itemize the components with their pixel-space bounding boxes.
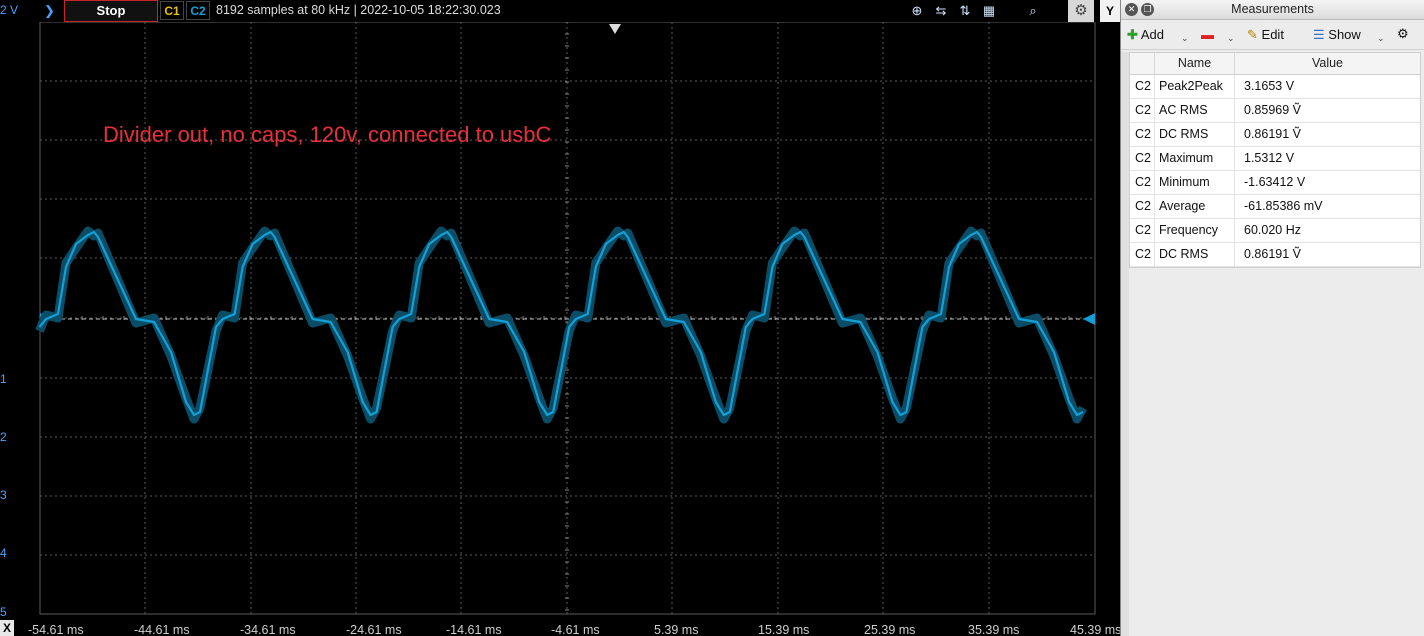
table-row[interactable]: C2 Frequency 60.020 Hz — [1130, 219, 1420, 243]
plus-icon: ✚ — [1127, 27, 1138, 42]
y-tick-4: 4 — [0, 546, 7, 560]
scope-grid — [35, 22, 1096, 615]
measurement-name: Average — [1155, 195, 1235, 218]
header-value[interactable]: Value — [1235, 53, 1420, 74]
table-row[interactable]: C2 AC RMS 0.85969 Ṽ — [1130, 99, 1420, 123]
scope-toolbar: 2 V ❯ Stop C1 C2 8192 samples at 80 kHz … — [0, 0, 1120, 22]
measurement-value: 0.86191 Ṽ — [1244, 127, 1301, 141]
y-tick-1: 1 — [0, 372, 7, 386]
measurement-channel: C2 — [1130, 243, 1155, 266]
add-button[interactable]: ✚ Add — [1127, 27, 1164, 43]
table-body: C2 Peak2Peak 3.1653 V C2 AC RMS 0.85969 Ṽ C2 DC… — [1130, 75, 1420, 267]
plot-annotation: Divider out, no caps, 120v, connected to… — [103, 122, 552, 147]
panel-title-bar: ✕ ❐ Measurements — [1121, 0, 1424, 20]
x-tick-label: -34.61 ms — [240, 623, 296, 636]
volt-scale-label: 2 V — [0, 3, 19, 17]
trigger-position-icon — [609, 24, 621, 34]
scope-app: 2 V ❯ Stop C1 C2 8192 samples at 80 kHz … — [0, 0, 1424, 636]
gear-icon[interactable]: ⚙ — [1397, 26, 1409, 42]
measurement-name: DC RMS — [1155, 243, 1235, 266]
y-zoom-icon[interactable]: ⇅ — [956, 2, 974, 20]
stop-button[interactable]: Stop — [64, 0, 158, 22]
table-row[interactable]: C2 Peak2Peak 3.1653 V — [1130, 75, 1420, 99]
x-tick-label: -4.61 ms — [551, 623, 600, 636]
y-tick-2: 2 — [0, 430, 7, 444]
measurement-name: DC RMS — [1155, 123, 1235, 146]
x-tick-label: 25.39 ms — [864, 623, 916, 636]
table-header: Name Value — [1130, 53, 1420, 75]
measurement-channel: C2 — [1130, 147, 1155, 170]
x-tick-label: -54.61 ms — [28, 623, 84, 636]
edit-button[interactable]: ✎ Edit — [1247, 27, 1284, 43]
y-tick-5: 5 — [0, 605, 7, 619]
x-tick-label: 45.39 ms — [1070, 623, 1122, 636]
show-label: Show — [1328, 27, 1361, 42]
table-row[interactable]: C2 Average -61.85386 mV — [1130, 195, 1420, 219]
waveform-persistence — [35, 226, 1087, 424]
channel-2-button[interactable]: C2 — [186, 1, 210, 20]
measurement-channel: C2 — [1130, 219, 1155, 242]
measurement-name: AC RMS — [1155, 99, 1235, 122]
measurement-value: 60.020 Hz — [1244, 223, 1301, 237]
pencil-icon: ✎ — [1247, 27, 1258, 42]
measurement-channel: C2 — [1130, 75, 1155, 98]
run-arrow-icon[interactable]: ❯ — [44, 3, 55, 19]
measurement-name: Minimum — [1155, 171, 1235, 194]
measurement-name: Maximum — [1155, 147, 1235, 170]
measurement-channel: C2 — [1130, 195, 1155, 218]
zoom-in-icon[interactable]: ⊕ — [908, 2, 926, 20]
table-row[interactable]: C2 Maximum 1.5312 V — [1130, 147, 1420, 171]
x-tick-label: -44.61 ms — [134, 623, 190, 636]
y-axis-button[interactable]: Y — [1100, 0, 1120, 22]
measurement-channel: C2 — [1130, 99, 1155, 122]
panel-title: Measurements — [1231, 2, 1314, 16]
list-icon: ☰ — [1313, 27, 1325, 42]
scope-plot[interactable]: Divider out, no caps, 120v, connected to… — [0, 22, 1120, 636]
measurement-value: -1.63412 V — [1244, 175, 1306, 189]
add-label: Add — [1140, 27, 1164, 42]
measurement-value: 3.1653 V — [1244, 79, 1295, 93]
header-channel — [1130, 53, 1155, 74]
show-button[interactable]: ☰ Show — [1313, 27, 1361, 43]
magnify-icon[interactable]: ⌕ — [1024, 2, 1042, 20]
y-tick-3: 3 — [0, 488, 7, 502]
header-name[interactable]: Name — [1155, 53, 1235, 74]
measurement-value: -61.85386 mV — [1244, 199, 1323, 213]
measurements-table: Name Value C2 Peak2Peak 3.1653 V C2 AC RMS 0.… — [1129, 52, 1421, 268]
measurements-panel: ✕ ❐ Measurements ✚ Add ⌄ ▬ ⌄ ✎ Edit ☰ Sh… — [1120, 0, 1424, 636]
panel-scrollbar[interactable] — [1121, 52, 1129, 636]
measurement-channel: C2 — [1130, 171, 1155, 194]
measurement-value: 1.5312 V — [1244, 151, 1295, 165]
float-icon[interactable]: ❐ — [1141, 3, 1154, 16]
fit-icon[interactable]: ▦ — [980, 2, 998, 20]
panel-toolbar: ✚ Add ⌄ ▬ ⌄ ✎ Edit ☰ Show ⌄ ⚙ — [1121, 20, 1424, 50]
acquisition-info: 8192 samples at 80 kHz | 2022-10-05 18:2… — [216, 3, 501, 17]
remove-button[interactable]: ▬ — [1201, 27, 1214, 42]
close-icon[interactable]: ✕ — [1125, 3, 1138, 16]
x-tick-label: -14.61 ms — [446, 623, 502, 636]
measurement-value: 0.86191 Ṽ — [1244, 247, 1301, 261]
table-row[interactable]: C2 DC RMS 0.86191 Ṽ — [1130, 123, 1420, 147]
measurement-name: Peak2Peak — [1155, 75, 1235, 98]
measurement-value: 0.85969 Ṽ — [1244, 103, 1301, 117]
chevron-down-icon[interactable]: ⌄ — [1181, 33, 1189, 44]
measurement-name: Frequency — [1155, 219, 1235, 242]
x-axis-button[interactable]: X — [0, 620, 14, 636]
table-row[interactable]: C2 DC RMS 0.86191 Ṽ — [1130, 243, 1420, 267]
gear-icon[interactable]: ⚙ — [1068, 0, 1094, 22]
x-tick-label: 35.39 ms — [968, 623, 1020, 636]
x-tick-label: 15.39 ms — [758, 623, 810, 636]
chevron-down-icon[interactable]: ⌄ — [1377, 33, 1385, 44]
x-zoom-icon[interactable]: ⇆ — [932, 2, 950, 20]
measurement-channel: C2 — [1130, 123, 1155, 146]
minus-icon: ▬ — [1201, 27, 1214, 42]
x-tick-label: -24.61 ms — [346, 623, 402, 636]
edit-label: Edit — [1261, 27, 1284, 42]
table-row[interactable]: C2 Minimum -1.63412 V — [1130, 171, 1420, 195]
channel-1-button[interactable]: C1 — [160, 1, 184, 20]
chevron-down-icon[interactable]: ⌄ — [1227, 33, 1235, 44]
trigger-level-icon — [1083, 313, 1095, 325]
x-tick-label: 5.39 ms — [654, 623, 699, 636]
